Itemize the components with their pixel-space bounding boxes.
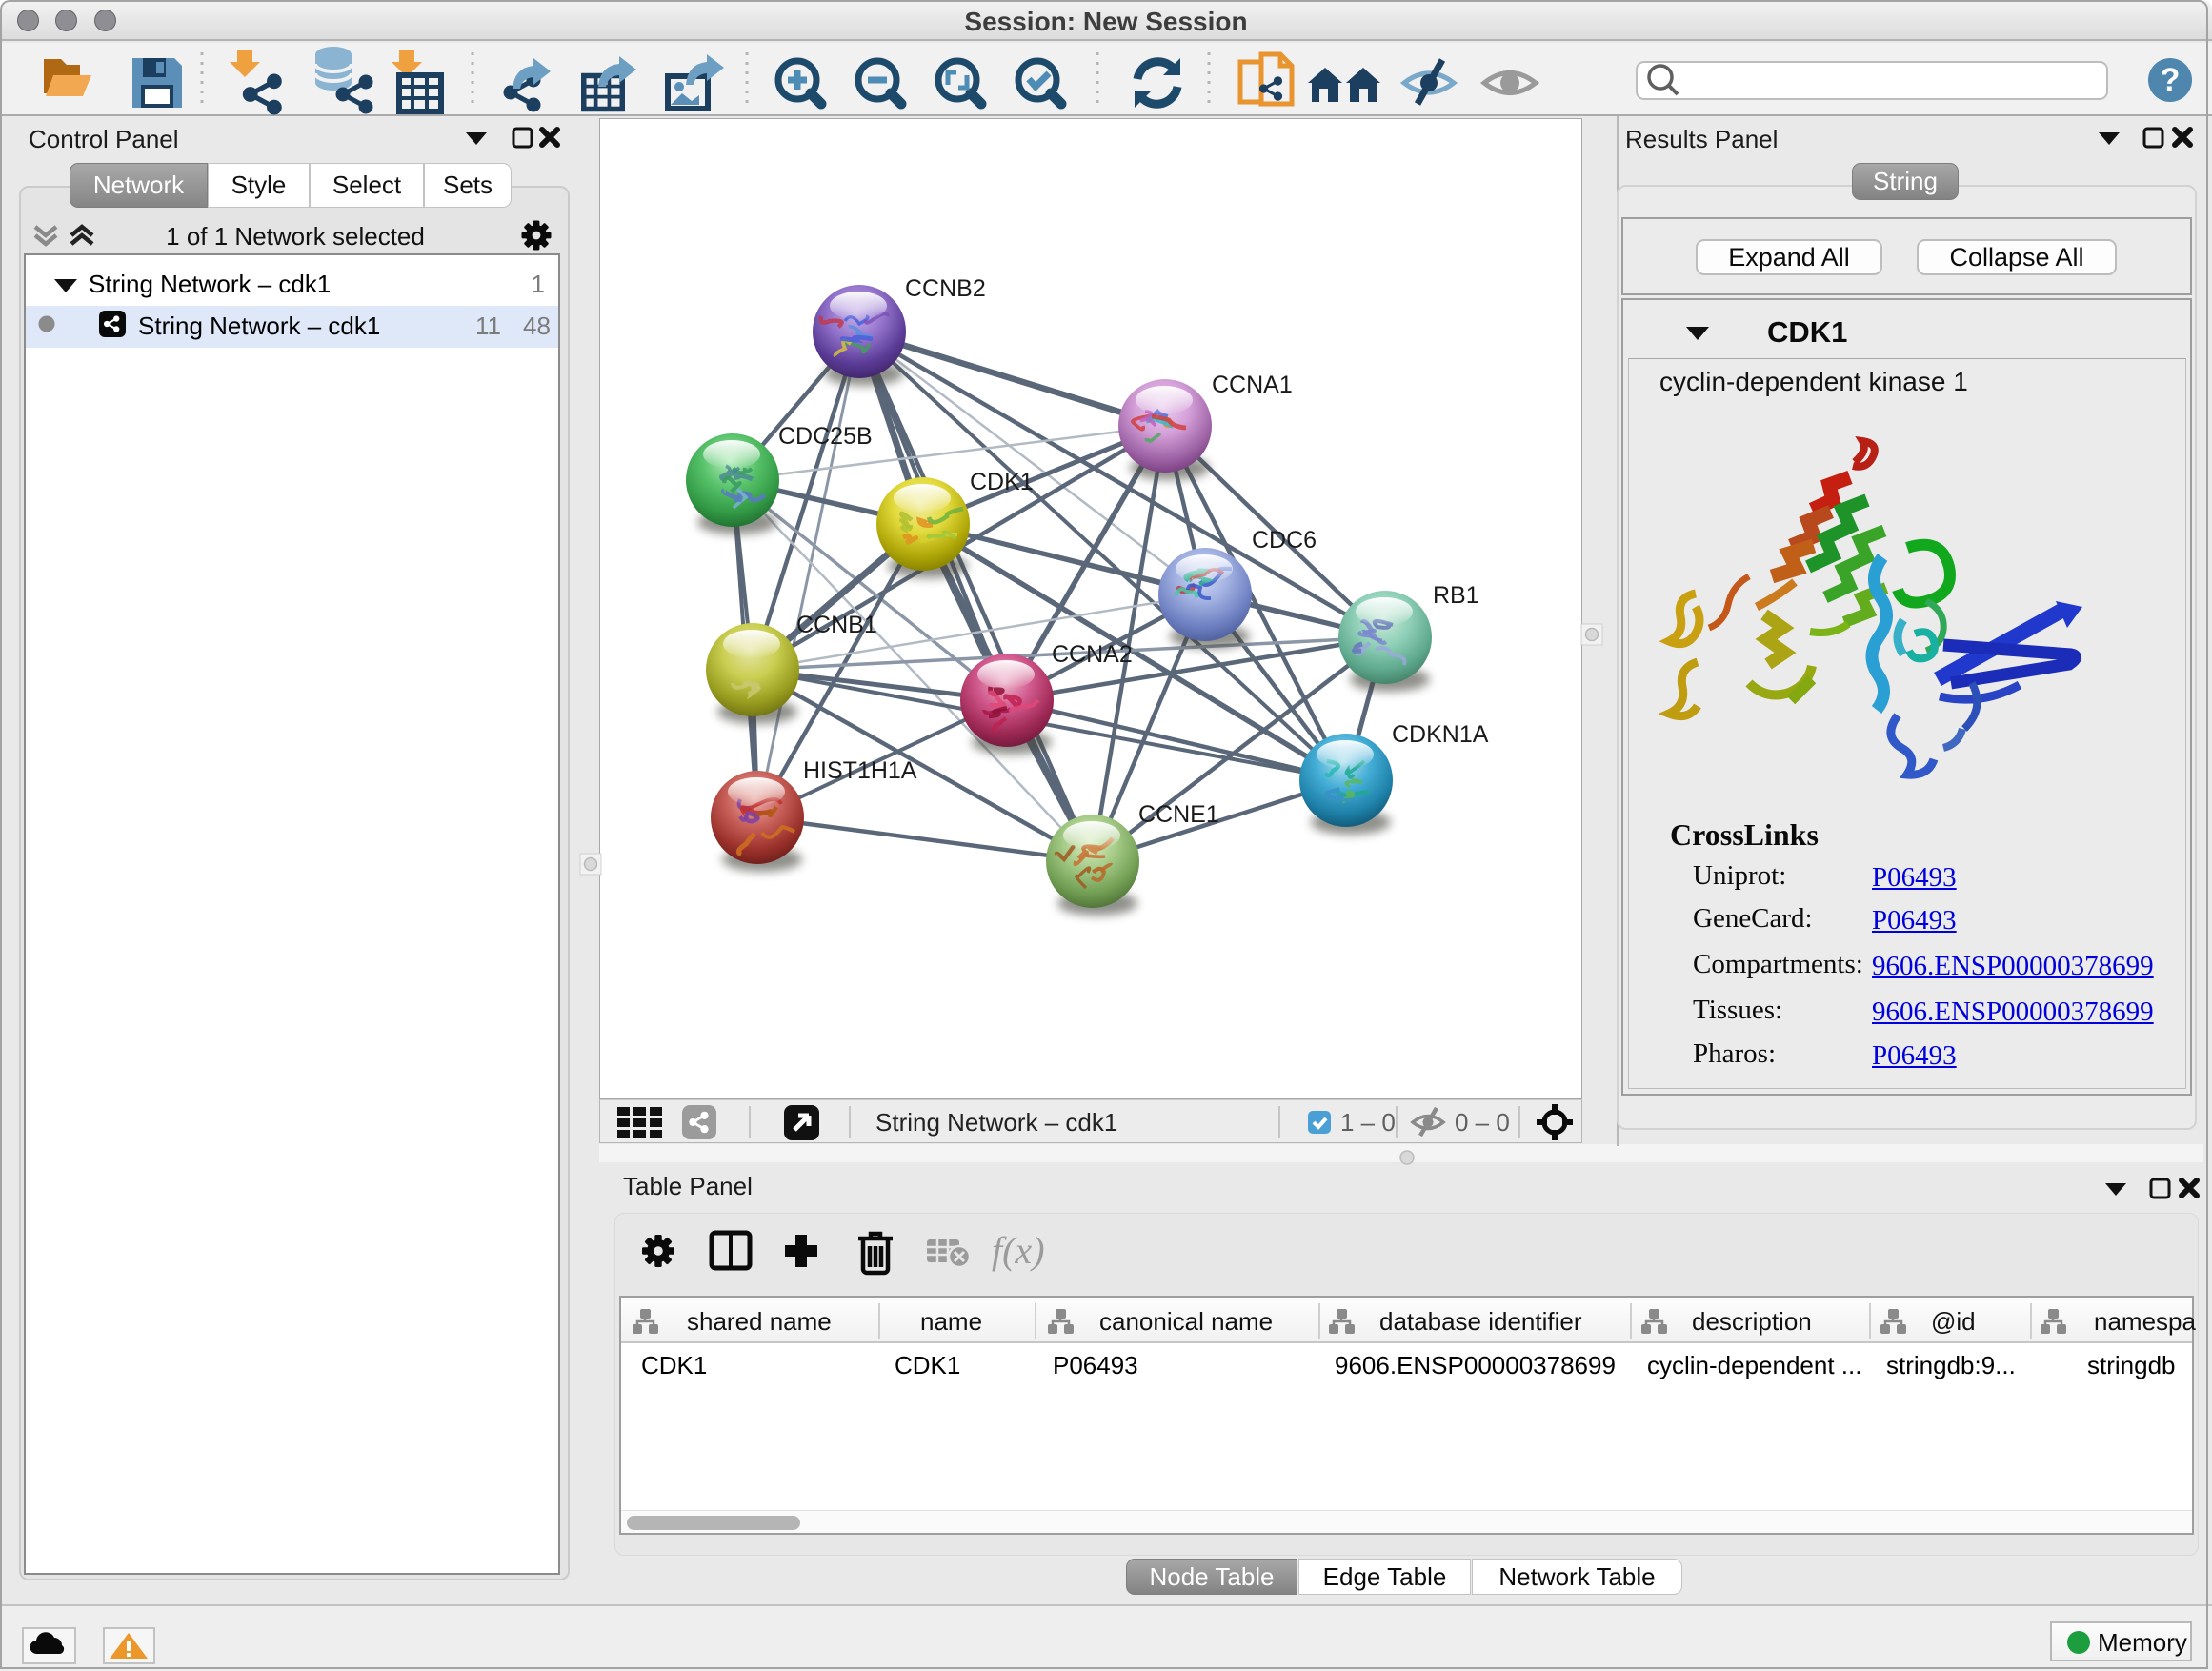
svg-text:shared name: shared name [687,1307,832,1336]
svg-text:P06493: P06493 [1053,1351,1138,1379]
svg-text:namespac: namespac [2094,1307,2196,1336]
svg-text:HIST1H1A: HIST1H1A [803,757,917,784]
svg-text:CDKN1A: CDKN1A [1392,721,1489,748]
svg-text:CCNB1: CCNB1 [796,612,877,638]
svg-text:database identifier: database identifier [1379,1307,1582,1336]
svg-text:?: ? [2161,62,2181,98]
svg-text:CCNA1: CCNA1 [1212,372,1293,398]
svg-text:RB1: RB1 [1433,582,1479,609]
svg-text:0 – 0: 0 – 0 [1455,1108,1510,1137]
svg-text:CCNA2: CCNA2 [1052,641,1133,668]
svg-text:name: name [920,1307,982,1336]
svg-text:@id: @id [1931,1307,1976,1336]
svg-text:stringdb:9...: stringdb:9... [1886,1351,2016,1379]
svg-text:CDK1: CDK1 [641,1351,707,1379]
svg-text:CDC25B: CDC25B [778,423,873,450]
svg-text:CCNB2: CCNB2 [905,275,986,302]
svg-text:CCNE1: CCNE1 [1138,801,1219,828]
svg-text:9606.ENSP00000378699: 9606.ENSP00000378699 [1335,1351,1616,1379]
svg-text:description: description [1692,1307,1812,1336]
svg-text:1 – 0: 1 – 0 [1340,1108,1396,1137]
svg-text:f(x): f(x) [992,1229,1045,1272]
svg-text:stringdb: stringdb [2087,1351,2176,1379]
svg-text:String Network – cdk1: String Network – cdk1 [875,1108,1117,1137]
svg-text:canonical name: canonical name [1099,1307,1273,1336]
svg-text:CDC6: CDC6 [1252,527,1317,554]
svg-text:CDK1: CDK1 [970,469,1034,495]
svg-text:cyclin-dependent ...: cyclin-dependent ... [1647,1351,1861,1379]
svg-text:CDK1: CDK1 [895,1351,960,1379]
